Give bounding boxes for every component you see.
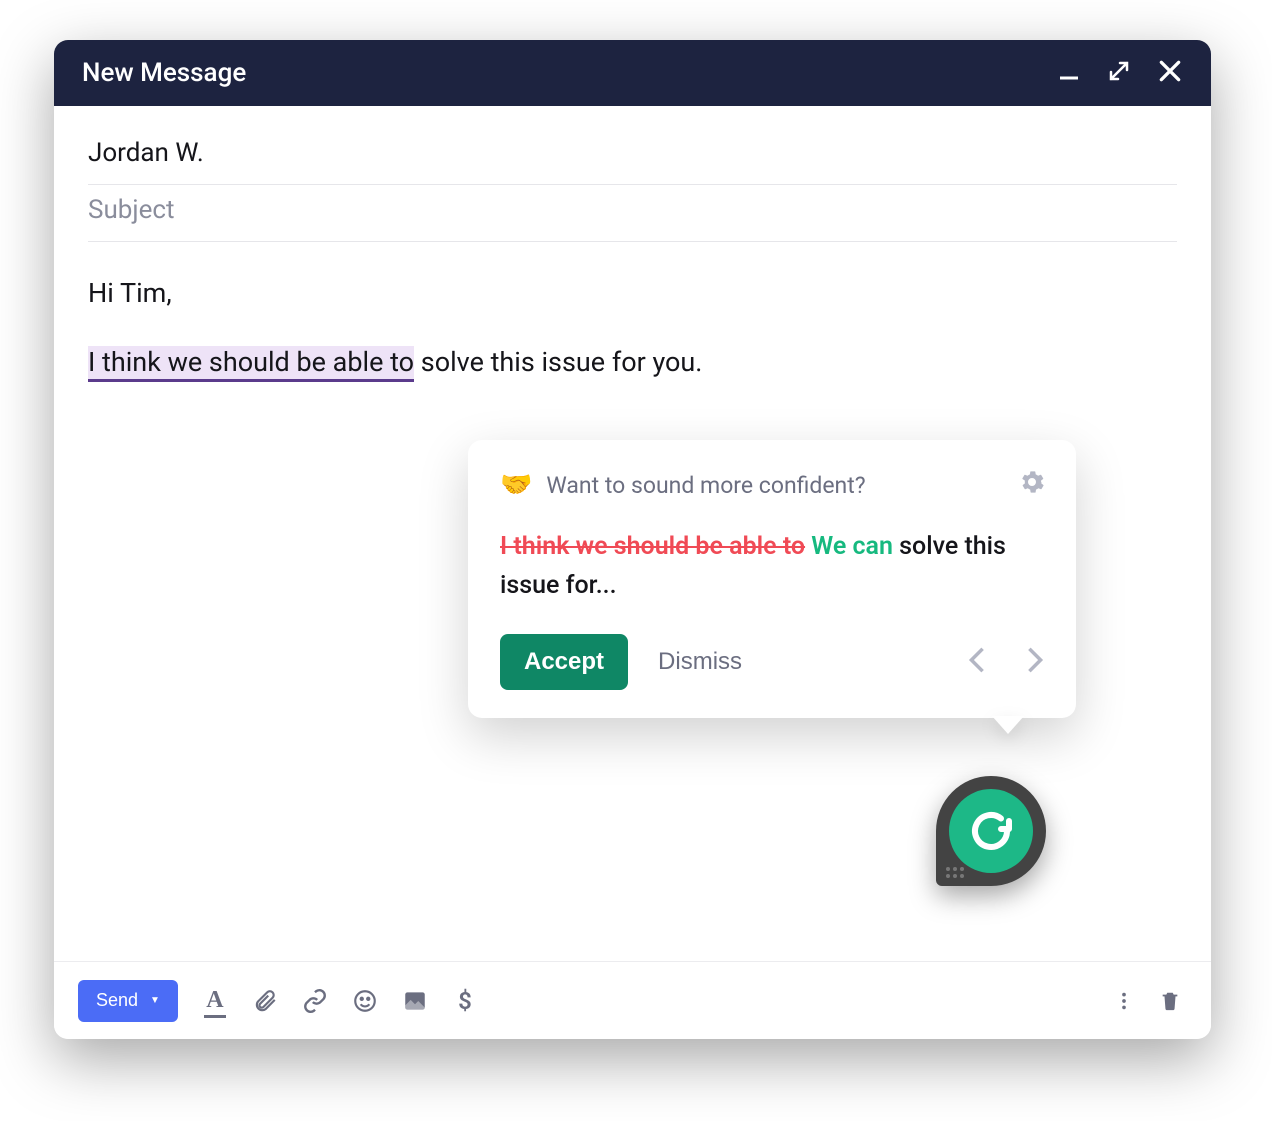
expand-icon[interactable] [1107,59,1131,87]
dollar-icon[interactable]: $ [452,988,478,1014]
suggestion-header: 🤝 Want to sound more confident? [500,470,1044,500]
subject-field[interactable]: Subject [88,185,1177,242]
close-icon[interactable] [1157,58,1183,88]
body-line-2: I think we should be able to solve this … [88,341,1177,384]
handshake-icon: 🤝 [500,470,532,500]
compose-toolbar: Send ▼ A $ [54,961,1211,1039]
compose-window: New Message Jordan W. Subject Hi Tim, I … [54,40,1211,1039]
minimize-icon[interactable] [1057,59,1081,87]
suggestion-nav [968,646,1044,678]
emoji-icon[interactable] [352,988,378,1014]
format-icons: A $ [202,988,478,1014]
suggestion-actions: Accept Dismiss [500,634,1044,690]
suggestion-card: 🤝 Want to sound more confident? I think … [468,440,1076,718]
send-button[interactable]: Send ▼ [78,980,178,1022]
strike-text: I think we should be able to [500,532,805,561]
card-pointer [992,716,1024,734]
window-title: New Message [82,58,1057,88]
body-line-1: Hi Tim, [88,272,1177,315]
next-suggestion-icon[interactable] [1026,646,1044,678]
to-field[interactable]: Jordan W. [88,128,1177,185]
send-label: Send [96,990,138,1011]
attachment-icon[interactable] [252,988,278,1014]
window-header: New Message [54,40,1211,106]
subject-placeholder: Subject [88,195,175,225]
body-line-2-rest: solve this issue for you. [414,346,702,378]
image-icon[interactable] [402,988,428,1014]
grammarly-badge[interactable] [936,776,1046,886]
send-dropdown-icon[interactable]: ▼ [150,995,160,1006]
drag-handle-icon[interactable] [946,867,964,878]
prev-suggestion-icon[interactable] [968,646,986,678]
to-value: Jordan W. [88,138,204,168]
dismiss-button[interactable]: Dismiss [658,648,742,676]
window-controls [1057,58,1183,88]
link-icon[interactable] [302,988,328,1014]
compose-fields: Jordan W. Subject [54,106,1211,242]
grammarly-logo-icon [949,789,1033,873]
accept-button[interactable]: Accept [500,634,628,690]
suggestion-title: Want to sound more confident? [546,472,1006,499]
suggestion-text: I think we should be able to We can solv… [500,528,1044,606]
trash-icon[interactable] [1159,990,1181,1012]
replacement-text: We can [811,532,893,561]
gear-icon[interactable] [1020,470,1044,500]
message-body[interactable]: Hi Tim, I think we should be able to sol… [54,242,1211,384]
more-menu-icon[interactable] [1113,990,1135,1012]
toolbar-right [1113,990,1181,1012]
text-format-icon[interactable]: A [202,988,228,1014]
highlighted-phrase[interactable]: I think we should be able to [88,346,414,382]
